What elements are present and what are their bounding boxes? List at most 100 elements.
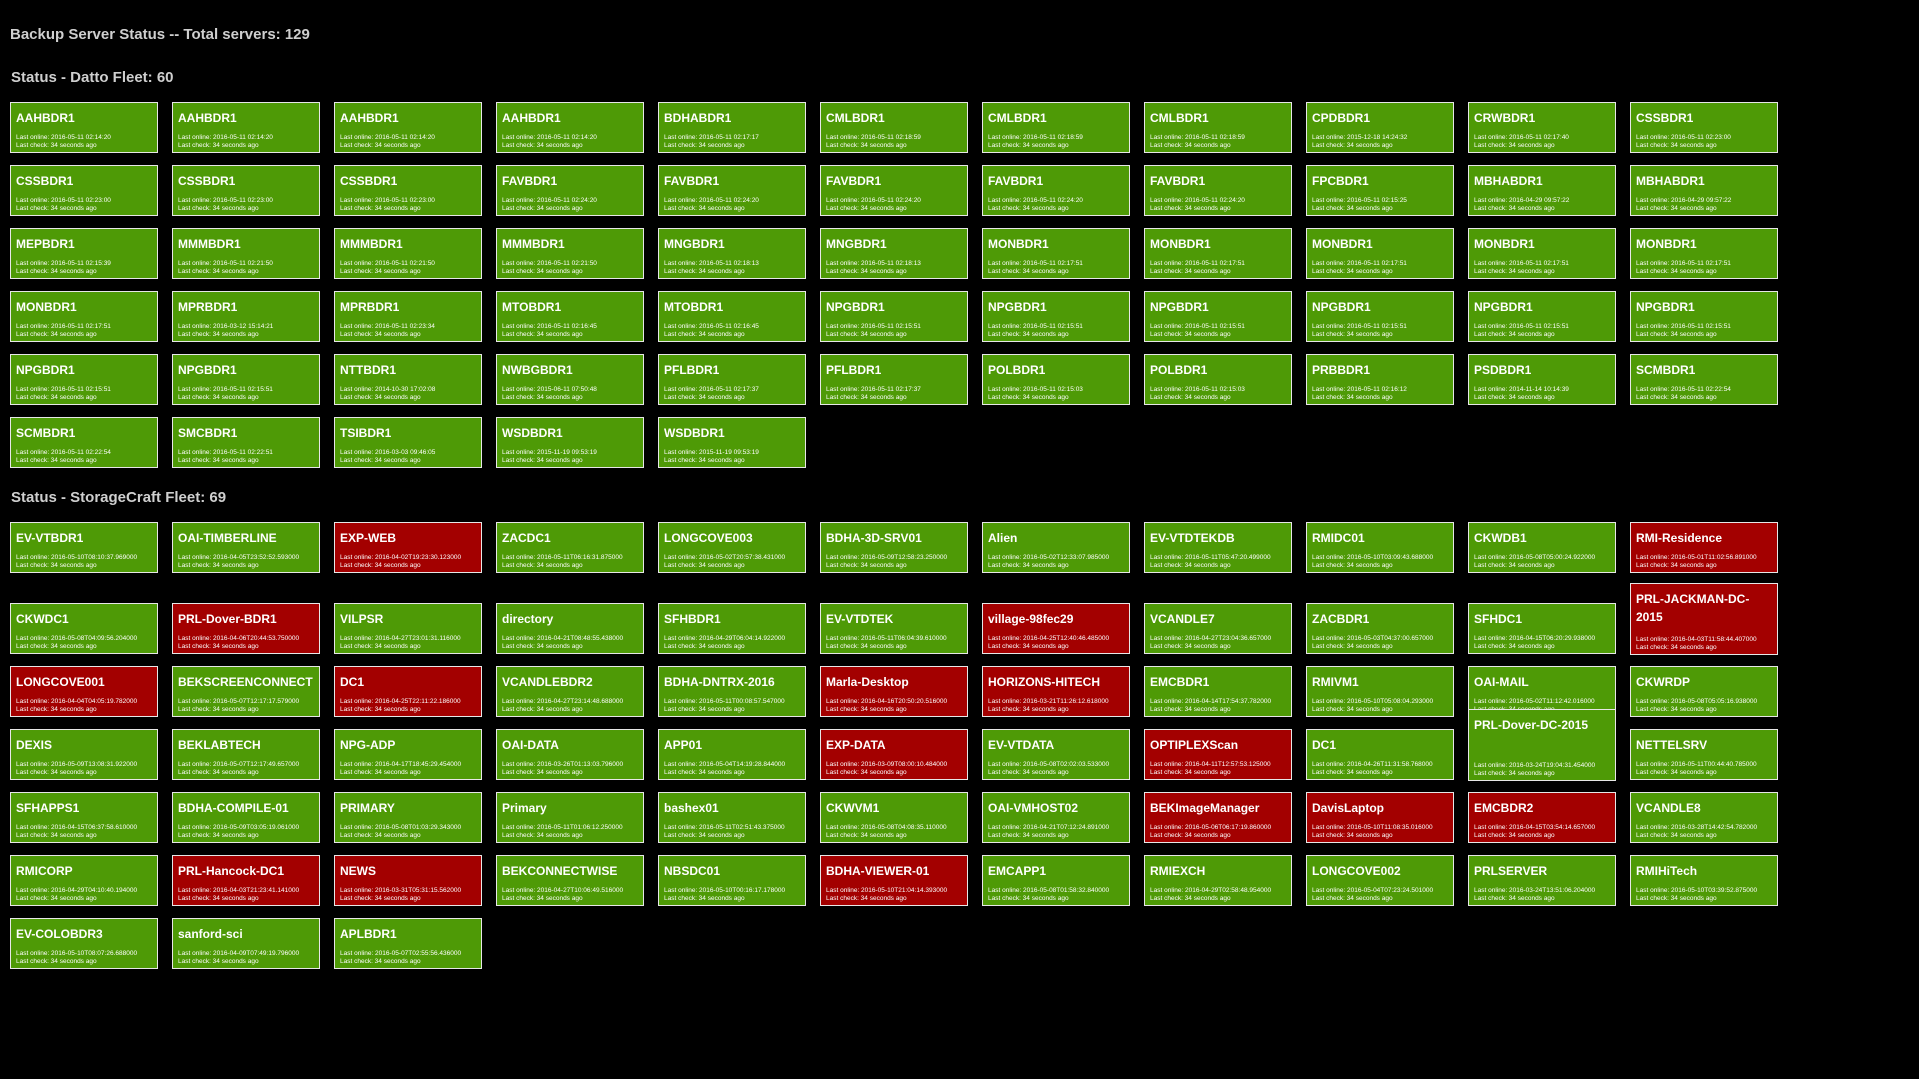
last-online: Last online: 2016-04-16T20:50:20.516000 [826, 698, 948, 705]
server-tile: NPGBDR1 Last online: 2016-05-11 02:15:51 L… [982, 291, 1130, 342]
last-online: Last online: 2016-05-03T04:37:00.657000 [1312, 635, 1434, 642]
server-name: OAI-VMHOST02 [988, 801, 1079, 815]
server-tile: MNGBDR1 Last online: 2016-05-11 02:18:13 L… [820, 228, 968, 279]
server-name: NPGBDR1 [1150, 300, 1209, 314]
last-online: Last online: 2016-05-11 02:16:45 [502, 323, 597, 330]
server-tile: PRIMARY Last online: 2016-05-08T01:03:29.… [334, 792, 482, 843]
server-name: NPGBDR1 [1474, 300, 1533, 314]
last-check: Last check: 34 seconds ago [16, 331, 97, 338]
server-name: MEPBDR1 [16, 237, 75, 251]
last-check: Last check: 34 seconds ago [826, 331, 907, 338]
last-online: Last online: 2016-05-11T06:16:31.875000 [502, 554, 623, 561]
last-check: Last check: 34 seconds ago [1150, 205, 1231, 212]
server-name: MBHABDR1 [1636, 174, 1705, 188]
server-tile: MBHABDR1 Last online: 2016-04-29 09:57:22… [1630, 165, 1778, 216]
server-tile: VILPSR Last online: 2016-04-27T23:01:31.1… [334, 603, 482, 654]
last-check: Last check: 34 seconds ago [664, 142, 745, 149]
server-name: PRL-JACKMAN-DC-2015 [1636, 592, 1750, 624]
last-check: Last check: 34 seconds ago [502, 142, 583, 149]
server-name: RMICORP [16, 864, 73, 878]
last-online: Last online: 2016-05-11 02:23:34 [340, 323, 435, 330]
server-name: CMLBDR1 [988, 111, 1047, 125]
last-online: Last online: 2016-05-11 02:15:25 [1312, 197, 1407, 204]
server-tile: BEKLABTECH Last online: 2016-05-07T12:17:… [172, 729, 320, 780]
last-online: Last online: 2016-05-07T12:17:17.579000 [178, 698, 300, 705]
server-name: MONBDR1 [1474, 237, 1535, 251]
server-tile: EXP-DATA Last online: 2016-03-09T08:00:10… [820, 729, 968, 780]
server-tile: MONBDR1 Last online: 2016-05-11 02:17:51 L… [1144, 228, 1292, 279]
last-online: Last online: 2016-05-11 02:17:37 [664, 386, 759, 393]
last-check: Last check: 34 seconds ago [1150, 394, 1231, 401]
server-tile: ZACDC1 Last online: 2016-05-11T06:16:31.8… [496, 522, 644, 573]
last-online: Last online: 2016-05-08T01:03:29.343000 [340, 824, 462, 831]
last-online: Last online: 2016-05-08T02:02:03.533000 [988, 761, 1110, 768]
last-check: Last check: 34 seconds ago [988, 832, 1069, 839]
last-online: Last online: 2016-05-11 02:18:59 [1150, 134, 1245, 141]
server-name: NPGBDR1 [16, 363, 75, 377]
server-tile: EMCBDR2 Last online: 2016-04-15T03:54:14.… [1468, 792, 1616, 843]
server-name: directory [502, 612, 554, 626]
last-online: Last online: 2015-06-11 07:50:48 [502, 386, 597, 393]
last-online: Last online: 2016-05-11 02:24:20 [664, 197, 759, 204]
last-online: Last online: 2016-03-28T14:42:54.782000 [1636, 824, 1758, 831]
last-online: Last online: 2016-03-09T08:00:10.484000 [826, 761, 948, 768]
server-name: BDHA-DNTRX-2016 [664, 675, 775, 689]
last-online: Last online: 2016-05-11 02:18:13 [664, 260, 759, 267]
server-tile: SFHBDR1 Last online: 2016-04-29T06:04:14.… [658, 603, 806, 654]
last-online: Last online: 2016-05-08T05:05:16.938000 [1636, 698, 1758, 705]
server-tile: ZACBDR1 Last online: 2016-05-03T04:37:00.… [1306, 603, 1454, 654]
server-tile: SFHDC1 Last online: 2016-04-15T06:20:29.9… [1468, 603, 1616, 654]
last-online: Last online: 2016-05-10T03:39:52.875000 [1636, 887, 1758, 894]
server-tile: CKWDC1 Last online: 2016-05-08T04:09:56.2… [10, 603, 158, 654]
last-online: Last online: 2016-05-11 02:17:51 [988, 260, 1083, 267]
last-online: Last online: 2016-05-11 02:24:20 [502, 197, 597, 204]
last-online: Last online: 2016-05-11 02:24:20 [826, 197, 921, 204]
last-check: Last check: 34 seconds ago [16, 205, 97, 212]
last-online: Last online: 2016-05-11 02:15:51 [16, 386, 111, 393]
server-tile: AAHBDR1 Last online: 2016-05-11 02:14:20 L… [10, 102, 158, 153]
last-online: Last online: 2016-05-09T13:08:31.922000 [16, 761, 138, 768]
server-tile: RMI-Residence Last online: 2016-05-01T11:… [1630, 522, 1778, 573]
server-tile: MONBDR1 Last online: 2016-05-11 02:17:51 L… [1468, 228, 1616, 279]
server-name: CKWRDP [1636, 675, 1690, 689]
last-check: Last check: 34 seconds ago [1150, 331, 1231, 338]
last-check: Last check: 34 seconds ago [1312, 562, 1393, 569]
last-check: Last check: 34 seconds ago [1312, 331, 1393, 338]
last-online: Last online: 2016-03-26T01:13:03.796000 [502, 761, 624, 768]
server-name: MPRBDR1 [178, 300, 238, 314]
last-online: Last online: 2016-05-11T00:08:57.547000 [664, 698, 785, 705]
last-check: Last check: 34 seconds ago [502, 205, 583, 212]
server-name: DEXIS [16, 738, 53, 752]
server-name: CSSBDR1 [16, 174, 74, 188]
server-tile: CMLBDR1 Last online: 2016-05-11 02:18:59 L… [982, 102, 1130, 153]
server-name: LONGCOVE003 [664, 531, 753, 545]
last-online: Last online: 2016-04-27T23:01:31.116000 [340, 635, 461, 642]
server-name: CSSBDR1 [340, 174, 398, 188]
server-name: BEKImageManager [1150, 801, 1260, 815]
last-check: Last check: 34 seconds ago [502, 769, 583, 776]
last-online: Last online: 2015-11-19 09:53:19 [664, 449, 759, 456]
server-tile: NPGBDR1 Last online: 2016-05-11 02:15:51 L… [1630, 291, 1778, 342]
last-online: Last online: 2014-11-14 10:14:39 [1474, 386, 1569, 393]
server-tile: MTOBDR1 Last online: 2016-05-11 02:16:45 L… [658, 291, 806, 342]
last-check: Last check: 34 seconds ago [1312, 643, 1393, 650]
server-name: VCANDLEBDR2 [502, 675, 593, 689]
server-tile: PRLSERVER Last online: 2016-03-24T13:51:0… [1468, 855, 1616, 906]
server-name: NPGBDR1 [826, 300, 885, 314]
server-tile: RMIEXCH Last online: 2016-04-29T02:58:48.… [1144, 855, 1292, 906]
last-online: Last online: 2016-03-24T13:51:06.204000 [1474, 887, 1596, 894]
server-name: EMCBDR1 [1150, 675, 1210, 689]
server-tile: DC1 Last online: 2016-04-26T11:31:58.7680… [1306, 729, 1454, 780]
server-tile: CSSBDR1 Last online: 2016-05-11 02:23:00 L… [1630, 102, 1778, 153]
last-check: Last check: 34 seconds ago [1312, 205, 1393, 212]
server-tile: CKWDB1 Last online: 2016-05-08T05:00:24.9… [1468, 522, 1616, 573]
server-name: BEKSCREENCONNECT [178, 675, 313, 689]
last-online: Last online: 2016-04-11T12:57:53.125000 [1150, 761, 1271, 768]
last-online: Last online: 2016-05-11 02:14:20 [16, 134, 111, 141]
server-name: MPRBDR1 [340, 300, 400, 314]
server-tile: SMCBDR1 Last online: 2016-05-11 02:22:51 L… [172, 417, 320, 468]
last-online: Last online: 2016-04-29T04:10:40.194000 [16, 887, 138, 894]
last-check: Last check: 34 seconds ago [16, 457, 97, 464]
last-online: Last online: 2016-04-03T21:23:41.141000 [178, 887, 300, 894]
server-tile: MPRBDR1 Last online: 2016-05-11 02:23:34 L… [334, 291, 482, 342]
